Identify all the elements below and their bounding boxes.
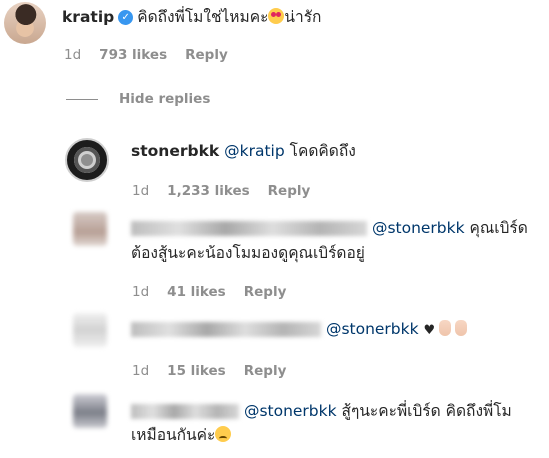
reply-text-line1: คุณเบิร์ด	[469, 219, 528, 237]
heart-eyes-emoji-icon	[268, 8, 285, 24]
comment-time[interactable]: 1d	[64, 47, 81, 63]
avatar-stonerbkk[interactable]	[65, 138, 109, 182]
mention-link[interactable]: @stonerbkk	[372, 219, 465, 237]
username-blurred[interactable]	[131, 322, 321, 337]
username-stonerbkk[interactable]: stonerbkk	[131, 142, 219, 160]
reply-time[interactable]: 1d	[132, 284, 149, 300]
mention-link[interactable]: @stonerbkk	[244, 402, 337, 420]
reply-text-line2: เหมือนกันค่ะ	[131, 426, 216, 444]
username-blurred[interactable]	[131, 221, 367, 236]
black-heart-icon: ♥	[423, 323, 436, 338]
comment-meta: 1d 793 likes Reply	[64, 47, 246, 63]
reply-3-meta: 1d 15 likes Reply	[132, 363, 304, 379]
reply-button[interactable]: Reply	[244, 363, 287, 379]
reply-text-line1: สู้ๆนะคะพี่เบิร์ด คิดถึงพี่โม	[341, 402, 512, 420]
reply-button[interactable]: Reply	[244, 284, 287, 300]
reply-2-meta: 1d 41 likes Reply	[132, 284, 304, 300]
reply-3: @stonerbkk ♥	[131, 319, 468, 341]
reply-4-line2: เหมือนกันค่ะ	[131, 425, 232, 446]
reply-1-meta: 1d 1,233 likes Reply	[132, 183, 328, 199]
reply-time[interactable]: 1d	[132, 183, 149, 199]
reply-likes[interactable]: 15 likes	[167, 363, 226, 379]
mention-link[interactable]: @kratip	[224, 142, 285, 160]
peace-hand-icon	[439, 320, 452, 336]
username-blurred[interactable]	[131, 404, 239, 419]
logo-icon	[74, 147, 100, 173]
username-kratip[interactable]: kratip	[62, 8, 114, 26]
avatar-blurred[interactable]	[73, 394, 107, 428]
verified-badge-icon: ✓	[118, 10, 134, 25]
comment-text-after: น่ารัก	[284, 8, 322, 26]
reply-text: โคดคิดถึง	[289, 142, 356, 160]
reply-button[interactable]: Reply	[268, 183, 311, 199]
reply-button[interactable]: Reply	[185, 47, 228, 63]
peace-hand-icon	[455, 320, 468, 336]
comment-likes[interactable]: 793 likes	[99, 47, 167, 63]
comment-main: kratip ✓ คิดถึงพี่โมใช่ไหมคะ น่ารัก	[62, 7, 321, 28]
comment-text: คิดถึงพี่โมใช่ไหมคะ	[137, 8, 269, 26]
sad-face-emoji-icon	[215, 426, 232, 442]
hide-replies-button[interactable]: Hide replies	[119, 91, 210, 107]
reply-4: @stonerbkk สู้ๆนะคะพี่เบิร์ด คิดถึงพี่โม	[131, 401, 512, 422]
avatar-blurred[interactable]	[73, 212, 107, 246]
reply-1: stonerbkk @kratip โคดคิดถึง	[131, 141, 356, 162]
reply-likes[interactable]: 1,233 likes	[167, 183, 249, 199]
reply-2-line2: ต้องสู้นะคะน้องโมมองดูคุณเบิร์ดอยู่	[131, 244, 365, 262]
mention-link[interactable]: @stonerbkk	[326, 320, 419, 338]
reply-likes[interactable]: 41 likes	[167, 284, 226, 300]
avatar-blurred[interactable]	[73, 313, 107, 347]
avatar-kratip[interactable]	[4, 2, 46, 44]
reply-2: @stonerbkk คุณเบิร์ด	[131, 218, 528, 239]
hide-replies-divider	[66, 99, 98, 100]
reply-time[interactable]: 1d	[132, 363, 149, 379]
